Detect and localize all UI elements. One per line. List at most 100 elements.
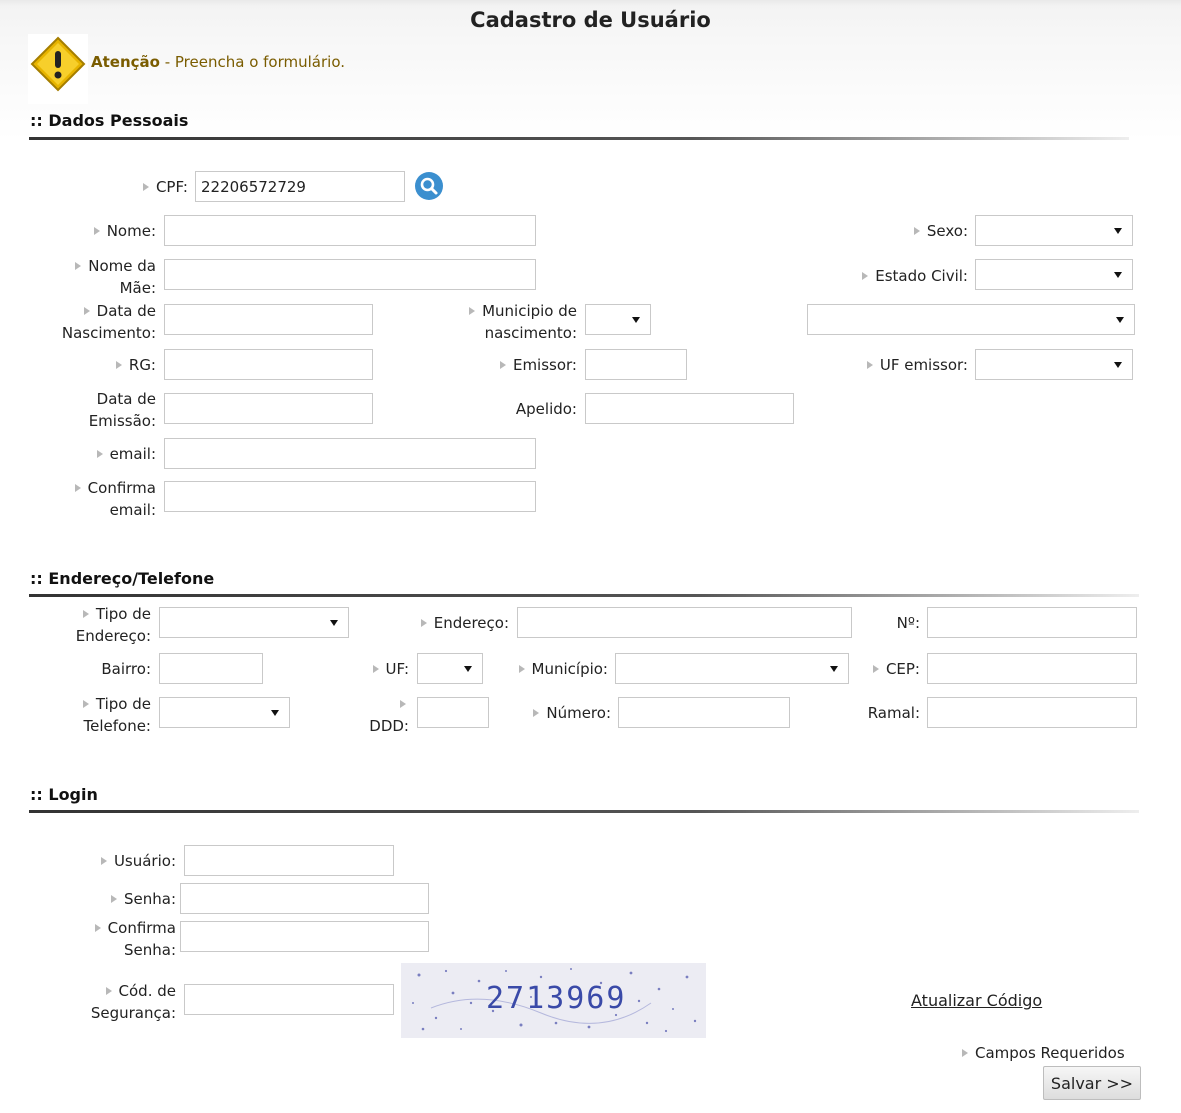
triangle-bullet-icon [115, 361, 122, 369]
confirma-senha-input[interactable] [180, 921, 429, 952]
municipio-nascimento-select[interactable] [807, 304, 1135, 335]
usuario-input[interactable] [184, 845, 394, 876]
tipo-telefone-select[interactable] [159, 697, 290, 728]
data-emissao-label: Data de Emissão: [88, 390, 156, 430]
confirma-email-input[interactable] [164, 481, 536, 512]
section-rule [29, 594, 1139, 597]
municipio-nascimento-label: Municipio de nascimento: [430, 300, 577, 344]
section-rule [29, 810, 1139, 813]
warning-icon [28, 34, 88, 104]
triangle-bullet-icon [400, 700, 406, 708]
codigo-seguranca-input[interactable] [184, 984, 394, 1015]
confirma-email-label: Confirma email: [50, 477, 156, 521]
senha-label: Senha: [70, 888, 176, 910]
chevron-down-icon [464, 665, 472, 672]
triangle-bullet-icon [518, 665, 525, 673]
triangle-bullet-icon [866, 361, 873, 369]
nome-input[interactable] [164, 215, 536, 246]
cpf-input[interactable] [195, 171, 405, 202]
triangle-bullet-icon [93, 227, 100, 235]
sexo-select[interactable] [975, 215, 1133, 246]
telefone-numero-input[interactable] [618, 697, 790, 728]
numero-endereco-label: Nº: [896, 614, 920, 632]
triangle-bullet-icon [82, 610, 89, 618]
triangle-bullet-icon [100, 857, 107, 865]
alert-message: Atenção - Preencha o formulário. [91, 53, 345, 71]
email-label: email: [60, 443, 156, 465]
triangle-bullet-icon [83, 307, 90, 315]
triangle-bullet-icon [82, 700, 89, 708]
ramal-input[interactable] [927, 697, 1137, 728]
ramal-label: Ramal: [867, 704, 920, 722]
nome-mae-label: Nome da Mãe: [50, 255, 156, 299]
data-emissao-input[interactable] [164, 393, 373, 424]
tipo-telefone-label: Tipo de Telefone: [82, 695, 151, 735]
endereco-input[interactable] [517, 607, 852, 638]
alert-strong: Atenção [91, 53, 160, 71]
bairro-label: Bairro: [101, 660, 151, 678]
triangle-bullet-icon [372, 665, 379, 673]
save-button[interactable]: Salvar >> [1043, 1066, 1141, 1100]
triangle-bullet-icon [962, 1049, 968, 1057]
triangle-bullet-icon [94, 924, 101, 932]
data-nascimento-label: Data de Nascimento: [61, 302, 156, 342]
triangle-bullet-icon [499, 361, 506, 369]
email-input[interactable] [164, 438, 536, 469]
section-address: :: Endereço/Telefone [30, 569, 215, 588]
page-title: Cadastro de Usuário [470, 8, 711, 32]
chevron-down-icon [1114, 227, 1122, 234]
apelido-input[interactable] [585, 393, 794, 424]
rg-input[interactable] [164, 349, 373, 380]
section-login: :: Login [30, 785, 98, 804]
nome-mae-input[interactable] [164, 259, 536, 290]
chevron-down-icon [830, 665, 838, 672]
search-icon[interactable] [415, 172, 443, 200]
triangle-bullet-icon [74, 484, 81, 492]
tipo-endereco-select[interactable] [159, 607, 349, 638]
triangle-bullet-icon [533, 709, 540, 717]
captcha-image: 2713969 [401, 963, 706, 1038]
uf-select[interactable] [417, 653, 483, 684]
uf-emissor-label: UF emissor: [820, 354, 968, 376]
rg-label: RG: [60, 354, 156, 376]
municipio-select[interactable] [615, 653, 849, 684]
cep-input[interactable] [927, 653, 1137, 684]
emissor-input[interactable] [585, 349, 687, 380]
alert-body: - Preencha o formulário. [159, 53, 345, 71]
triangle-bullet-icon [142, 183, 149, 191]
triangle-bullet-icon [862, 272, 869, 280]
numero-endereco-input[interactable] [927, 607, 1137, 638]
chevron-down-icon [1114, 271, 1122, 278]
chevron-down-icon [1116, 316, 1124, 323]
nome-label: Nome: [60, 220, 156, 242]
telefone-numero-label: Número: [500, 702, 611, 724]
senha-input[interactable] [180, 883, 429, 914]
required-fields-note: Campos Requeridos [962, 1044, 1125, 1062]
municipio-label: Município: [490, 658, 608, 680]
data-nascimento-input[interactable] [164, 304, 373, 335]
section-personal: :: Dados Pessoais [30, 111, 189, 130]
usuario-label: Usuário: [70, 850, 176, 872]
triangle-bullet-icon [420, 619, 427, 627]
triangle-bullet-icon [110, 895, 117, 903]
chevron-down-icon [271, 709, 279, 716]
bairro-input[interactable] [159, 653, 263, 684]
apelido-label: Apelido: [515, 400, 577, 418]
section-rule [29, 137, 1129, 140]
triangle-bullet-icon [469, 307, 476, 315]
emissor-label: Emissor: [460, 354, 577, 376]
triangle-bullet-icon [96, 450, 103, 458]
tipo-endereco-label: Tipo de Endereço: [75, 605, 151, 645]
confirma-senha-label: Confirma Senha: [70, 917, 176, 961]
uf-nascimento-select[interactable] [585, 304, 651, 335]
ddd-input[interactable] [417, 697, 489, 728]
codigo-seguranca-label: Cód. de Segurança: [90, 982, 176, 1022]
triangle-bullet-icon [105, 987, 112, 995]
uf-label: UF: [340, 658, 409, 680]
endereco-label: Endereço: [390, 612, 509, 634]
captcha-text: 2713969 [486, 981, 626, 1016]
uf-emissor-select[interactable] [975, 349, 1133, 380]
refresh-captcha-link[interactable]: Atualizar Código [911, 991, 1042, 1010]
cep-label: CEP: [850, 658, 920, 680]
estado-civil-select[interactable] [975, 259, 1133, 290]
